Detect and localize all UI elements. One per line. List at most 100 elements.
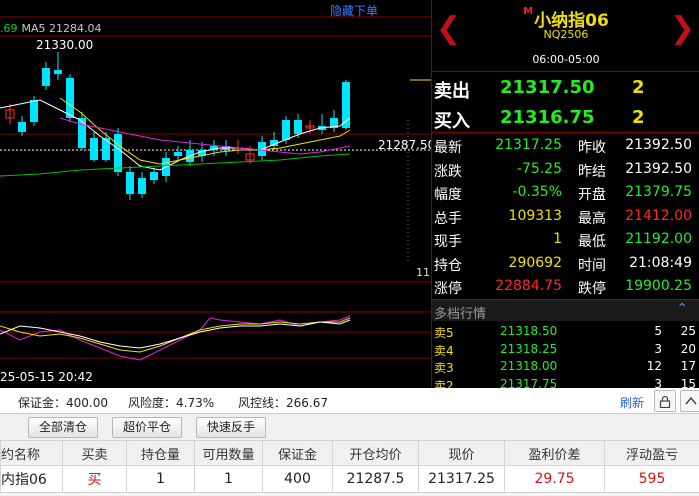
positions-table: 约名称 买卖 持仓量 可用数量 保证金 开仓均价 现价 盈利价差 浮动盈亏 内指06 买 1 1 400… [0, 440, 699, 493]
cell-margin: 400 [262, 465, 333, 493]
lock-icon[interactable] [654, 390, 676, 412]
column-header[interactable]: 可用数量 [194, 440, 263, 466]
depth-row[interactable]: 卖4 21318.25 3 20 [432, 341, 699, 358]
refresh-link[interactable]: 刷新 [620, 394, 644, 411]
depth-qty: 12 [646, 359, 662, 373]
cell-open-avg: 21287.5 [332, 465, 419, 493]
bid-label: 买入 [434, 111, 470, 132]
quote-label: 跌停 [578, 281, 606, 297]
quote-value: -0.35% [512, 184, 562, 200]
ask-row[interactable]: 卖出 21317.50 2 [432, 73, 699, 103]
quote-label: 昨结 [578, 163, 606, 180]
indicator-line [0, 317, 351, 353]
kline-chart[interactable]: 隐藏下单 .69 MA5 21284.04 21330.00 21287.50 1… [0, 0, 435, 388]
column-header[interactable]: 约名称 [0, 440, 63, 466]
quote-label: 幅度 [434, 187, 462, 203]
candle-body [54, 70, 62, 74]
divider [432, 71, 699, 72]
cell-avail: 1 [194, 465, 263, 493]
column-header[interactable]: 现价 [418, 440, 505, 466]
quote-value: 22884.75 [495, 278, 562, 294]
depth-count: 20 [680, 341, 696, 356]
quote-row: 最新 21317.25 昨收 21392.50 [432, 134, 699, 157]
bid-price[interactable]: 21316.75 [500, 107, 595, 128]
depth-price[interactable]: 21318.50 [500, 324, 557, 338]
cell-name: 内指06 [0, 465, 63, 493]
hide-order-link[interactable]: 隐藏下单 [330, 2, 378, 19]
quote-label: 开盘 [578, 187, 606, 203]
column-header[interactable]: 浮动盈亏 [604, 440, 699, 466]
quote-row: 幅度 -0.35% 开盘 21379.75 [432, 181, 699, 204]
ask-price[interactable]: 21317.50 [500, 77, 595, 98]
depth-title: 多档行情 [434, 307, 487, 322]
depth-qty: 5 [654, 324, 662, 338]
quote-value: 21392.50 [625, 160, 692, 177]
quote-label: 涨停 [434, 281, 462, 297]
depth-price[interactable]: 21318.00 [500, 359, 557, 373]
candle-body [66, 78, 74, 118]
quote-row: 现手 1 最低 21192.00 [432, 228, 699, 251]
candle-body [126, 172, 134, 194]
quick-reverse-button[interactable]: 快速反手 [196, 417, 267, 438]
cell-qty: 1 [126, 465, 195, 493]
candle-body [282, 120, 290, 140]
column-header[interactable]: 开仓均价 [332, 440, 419, 466]
depth-level: 卖4 [434, 343, 454, 358]
ma5-legend: MA5 21284.04 [21, 22, 102, 35]
candlestick-canvas[interactable] [0, 0, 431, 388]
quote-row: 涨停 22884.75 跌停 19900.25 [432, 275, 699, 298]
depth-count: 17 [680, 359, 696, 373]
column-header[interactable]: 盈利价差 [504, 440, 605, 466]
column-header[interactable]: 持仓量 [126, 440, 195, 466]
trading-session: 06:00-05:00 [532, 53, 600, 66]
candle-body [138, 178, 146, 194]
depth-row[interactable]: 卖5 21318.50 5 25 [432, 323, 699, 340]
table-header-row: 约名称 买卖 持仓量 可用数量 保证金 开仓均价 现价 盈利价差 浮动盈亏 [0, 440, 699, 466]
table-row[interactable]: 内指06 买 1 1 400 21287.5 21317.25 29.75 595 [0, 465, 699, 493]
indicator-line [0, 315, 351, 361]
quote-value: 21392.50 [625, 137, 692, 153]
depth-price[interactable]: 21318.25 [500, 342, 557, 356]
candle-body [150, 172, 158, 180]
quote-value: -75.25 [516, 160, 562, 177]
bid-qty: 2 [632, 107, 645, 128]
risk-line-label: 风控线：266.67 [238, 396, 328, 410]
column-header[interactable]: 买卖 [62, 440, 127, 466]
bid-row[interactable]: 买入 21316.75 2 [432, 103, 699, 133]
depth-row[interactable]: 卖3 21318.00 12 17 [432, 358, 699, 375]
quote-row: 总手 109313 最高 21412.00 [432, 205, 699, 228]
cell-price: 21317.25 [418, 465, 505, 493]
overprice-close-button[interactable]: 超价平仓 [112, 417, 183, 438]
candle-body [102, 138, 110, 160]
quote-label: 最低 [578, 234, 606, 250]
trade-panel: 保证金：400.00 风险度：4.73% 风控线：266.67 刷新 全部清仓 … [0, 388, 699, 496]
divider [432, 132, 699, 133]
ma-legend-value: .69 [0, 22, 18, 35]
symbol-code: NQ2506 [543, 28, 589, 41]
crosshair-date-label: 25-05-15 20:42 [0, 370, 93, 384]
quote-value: 21379.75 [625, 184, 692, 200]
high-price-label: 21330.00 [36, 38, 94, 52]
depth-header[interactable]: 多档行情 ⌃ [432, 299, 699, 322]
quote-value: 21192.00 [625, 231, 692, 247]
collapse-icon[interactable] [680, 390, 699, 412]
quote-label: 持仓 [434, 257, 462, 274]
candle-body [114, 134, 122, 172]
quote-value: 21317.25 [495, 137, 562, 153]
cell-pnl: 595 [604, 465, 699, 493]
quote-value: 21412.00 [625, 207, 692, 224]
candle-body [90, 138, 98, 160]
candle-body [18, 122, 26, 132]
ask-qty: 2 [632, 77, 645, 98]
candle-body [78, 118, 86, 148]
close-all-button[interactable]: 全部清仓 [28, 417, 99, 438]
quote-panel: ❮ ❯ M小纳指06 NQ2506 06:00-05:00 卖出 21317.5… [431, 0, 699, 393]
cell-diff: 29.75 [504, 465, 605, 493]
quote-label: 时间 [578, 257, 606, 274]
moving-average-line [0, 99, 351, 171]
volume-axis-tick: 11 [416, 266, 430, 279]
quote-label: 总手 [434, 210, 462, 227]
column-header[interactable]: 保证金 [262, 440, 333, 466]
chevron-up-icon[interactable]: ⌃ [676, 301, 688, 317]
quote-value: 1 [553, 231, 562, 247]
